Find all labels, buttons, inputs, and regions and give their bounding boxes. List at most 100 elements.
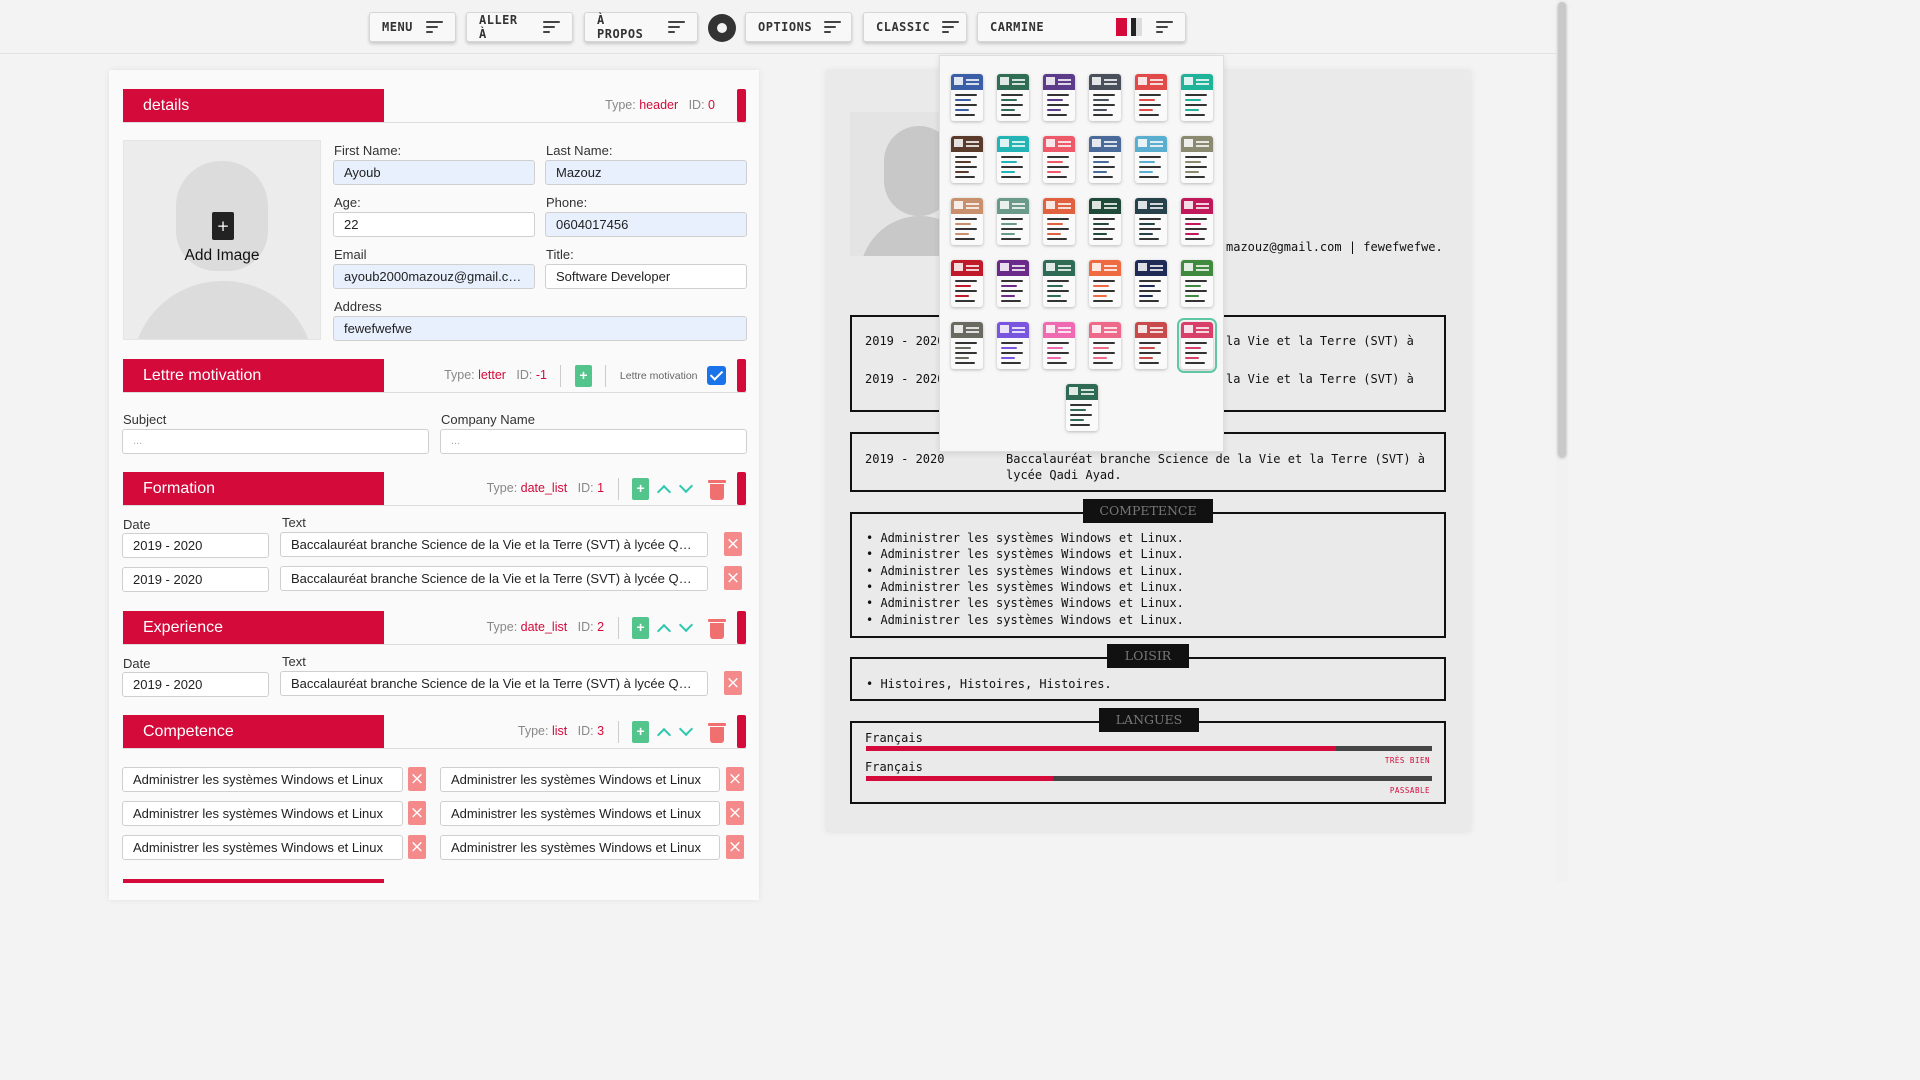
about-label: À PROPOS: [597, 13, 644, 41]
company-name-field[interactable]: ...: [440, 429, 747, 454]
delete-section-icon[interactable]: [708, 617, 726, 639]
first-name-field[interactable]: Ayoub: [333, 160, 535, 185]
remove-row-icon[interactable]: [724, 532, 742, 556]
remove-row-icon[interactable]: [724, 566, 742, 590]
theme-thumbnail[interactable]: [1089, 74, 1121, 121]
theme-thumbnail[interactable]: [1181, 198, 1213, 245]
competence-item-field[interactable]: Administrer les systèmes Windows et Linu…: [122, 767, 403, 792]
remove-row-icon[interactable]: [724, 671, 742, 695]
move-down-icon[interactable]: [678, 478, 693, 493]
move-up-icon[interactable]: [656, 484, 671, 499]
theme-thumbnail[interactable]: [1135, 198, 1167, 245]
theme-thumbnail[interactable]: [1043, 260, 1075, 307]
experience-text-field[interactable]: Baccalauréat branche Science de la Vie e…: [280, 671, 708, 696]
theme-thumbnail[interactable]: [1043, 198, 1075, 245]
theme-thumbnail[interactable]: [1066, 384, 1098, 431]
move-up-icon[interactable]: [656, 727, 671, 742]
theme-thumbnail[interactable]: [1089, 198, 1121, 245]
competence-item-field[interactable]: Administrer les systèmes Windows et Linu…: [440, 767, 720, 792]
theme-thumbnail[interactable]: [997, 198, 1029, 245]
experience-date-field[interactable]: 2019 - 2020: [122, 672, 269, 697]
address-field[interactable]: fewefwefwe: [333, 316, 747, 341]
add-item-icon[interactable]: [632, 616, 650, 639]
subject-field[interactable]: ...: [122, 429, 429, 454]
theme-thumbnail[interactable]: [951, 74, 983, 121]
add-document-icon[interactable]: [574, 364, 592, 387]
delete-section-icon[interactable]: [708, 478, 726, 500]
theme-thumbnail[interactable]: [951, 260, 983, 307]
formation-date-field[interactable]: 2019 - 2020: [122, 533, 269, 558]
job-title-field[interactable]: Software Developer: [545, 264, 747, 289]
about-button[interactable]: À PROPOS: [584, 12, 698, 42]
theme-thumbnail[interactable]: [1089, 136, 1121, 183]
theme-thumbnail[interactable]: [1181, 136, 1213, 183]
email-field[interactable]: ayoub2000mazouz@gmail.com: [333, 264, 535, 289]
delete-section-icon[interactable]: [708, 721, 726, 743]
section-meta: Type: date_list ID: 2: [487, 611, 726, 644]
classic-template-button[interactable]: CLASSIC: [863, 12, 967, 42]
profile-photo-upload[interactable]: Add Image: [123, 140, 321, 340]
page-scrollbar[interactable]: [1556, 0, 1568, 882]
divider: [560, 364, 562, 387]
theme-thumbnail[interactable]: [1135, 322, 1167, 369]
theme-thumbnail[interactable]: [951, 322, 983, 369]
theme-thumbnail[interactable]: [1089, 260, 1121, 307]
phone-field[interactable]: 0604017456: [545, 212, 747, 237]
section-handle[interactable]: [737, 359, 746, 392]
theme-thumbnail[interactable]: [997, 322, 1029, 369]
preview-list-item: • Administrer les systèmes Windows et Li…: [866, 596, 1184, 610]
remove-item-icon[interactable]: [726, 835, 744, 859]
move-down-icon[interactable]: [678, 721, 693, 736]
competence-item-field[interactable]: Administrer les systèmes Windows et Linu…: [122, 835, 403, 860]
theme-thumbnail[interactable]: [1089, 322, 1121, 369]
theme-thumbnail[interactable]: [951, 136, 983, 183]
remove-item-icon[interactable]: [726, 801, 744, 825]
email-label: Email: [334, 247, 367, 262]
theme-thumbnail[interactable]: [1177, 318, 1217, 373]
carmine-theme-button[interactable]: CARMINE: [977, 12, 1186, 42]
section-handle[interactable]: [737, 715, 746, 748]
letter-enabled-checkbox[interactable]: [707, 366, 726, 386]
theme-thumbnail[interactable]: [997, 74, 1029, 121]
theme-thumbnail[interactable]: [1181, 74, 1213, 121]
remove-item-icon[interactable]: [408, 835, 426, 859]
move-up-icon[interactable]: [656, 623, 671, 638]
formation-text-field[interactable]: Baccalauréat branche Science de la Vie e…: [280, 566, 708, 591]
formation-date-field[interactable]: 2019 - 2020: [122, 567, 269, 592]
add-item-icon[interactable]: [632, 720, 650, 743]
theme-thumbnail[interactable]: [997, 260, 1029, 307]
goto-button[interactable]: ALLER À: [466, 12, 573, 42]
settings-gear-icon[interactable]: [708, 14, 736, 42]
theme-thumbnail[interactable]: [1181, 260, 1213, 307]
last-name-field[interactable]: Mazouz: [545, 160, 747, 185]
section-handle[interactable]: [737, 89, 746, 122]
section-handle[interactable]: [737, 472, 746, 505]
theme-thumbnail[interactable]: [951, 198, 983, 245]
theme-thumbnail[interactable]: [1043, 322, 1075, 369]
section-title: Competence: [123, 715, 384, 748]
letter-toggle-label: Lettre motivation: [619, 370, 698, 382]
section-handle[interactable]: [737, 611, 746, 644]
top-navigation-bar: MENU ALLER À À PROPOS OPTIONS CLASSIC CA…: [0, 0, 1556, 54]
competence-item-field[interactable]: Administrer les systèmes Windows et Linu…: [440, 801, 720, 826]
remove-item-icon[interactable]: [726, 767, 744, 791]
competence-item-field[interactable]: Administrer les systèmes Windows et Linu…: [122, 801, 403, 826]
move-down-icon[interactable]: [678, 617, 693, 632]
preview-list-item: • Administrer les systèmes Windows et Li…: [866, 580, 1184, 594]
theme-thumbnail[interactable]: [1043, 136, 1075, 183]
options-button[interactable]: OPTIONS: [745, 12, 852, 42]
formation-text-field[interactable]: Baccalauréat branche Science de la Vie e…: [280, 532, 708, 557]
theme-thumbnail[interactable]: [1135, 136, 1167, 183]
theme-thumbnail[interactable]: [1135, 260, 1167, 307]
hamburger-icon: [668, 21, 685, 33]
theme-thumbnail[interactable]: [997, 136, 1029, 183]
scrollbar-thumb[interactable]: [1558, 2, 1566, 457]
age-field[interactable]: 22: [333, 212, 535, 237]
competence-item-field[interactable]: Administrer les systèmes Windows et Linu…: [440, 835, 720, 860]
theme-thumbnail[interactable]: [1135, 74, 1167, 121]
menu-button[interactable]: MENU: [369, 12, 456, 42]
add-item-icon[interactable]: [632, 477, 650, 500]
theme-thumbnail[interactable]: [1043, 74, 1075, 121]
remove-item-icon[interactable]: [408, 801, 426, 825]
remove-item-icon[interactable]: [408, 767, 426, 791]
